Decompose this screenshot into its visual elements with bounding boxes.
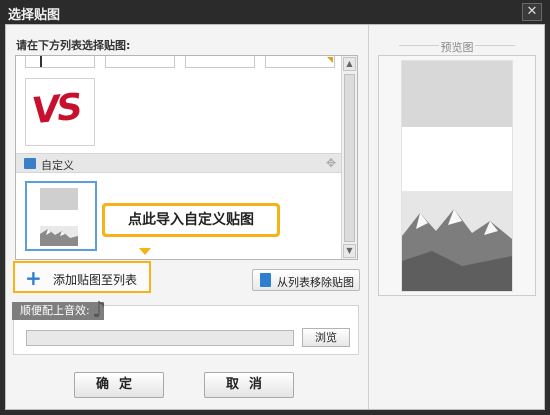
thumb-image-top — [40, 188, 78, 210]
sound-panel: 顺便配上音效: ♪ 浏览 — [12, 298, 359, 355]
import-tooltip: 点此导入自定义贴图 — [102, 203, 280, 237]
sticker-thumb[interactable] — [105, 56, 175, 68]
sticker-thumb-custom-selected[interactable] — [25, 181, 97, 251]
dialog-body: 请在下方列表选择贴图: VS 自定义 ✥ ▲ ▼ 点此导入自定义贴图 + 添加贴… — [5, 24, 545, 410]
preview-pane: 预览图 — [368, 25, 544, 409]
section-header-custom: 自定义 ✥ — [16, 153, 342, 173]
music-note-icon: ♪ — [92, 298, 107, 323]
plus-icon: + — [25, 266, 42, 290]
section-title: 自定义 — [41, 159, 74, 172]
sticker-thumb[interactable] — [265, 56, 335, 68]
tooltip-text: 点此导入自定义贴图 — [105, 206, 277, 234]
choose-sticker-dialog: 选择贴图 ✕ 请在下方列表选择贴图: VS 自定义 ✥ ▲ ▼ 点此导入自定义贴… — [0, 0, 550, 415]
sticker-thumb[interactable] — [185, 56, 255, 68]
preview-divider-right — [475, 45, 515, 46]
remove-sticker-label: 从列表移除贴图 — [277, 276, 354, 289]
sticker-thumb[interactable] — [25, 56, 95, 68]
ok-button[interactable]: 确定 — [74, 372, 164, 398]
add-sticker-label: 添加贴图至列表 — [53, 273, 138, 287]
sound-path-field[interactable] — [26, 330, 294, 346]
scroll-up-icon[interactable]: ▲ — [343, 57, 356, 71]
list-instruction: 请在下方列表选择贴图: — [16, 39, 131, 52]
sound-label: 顺便配上音效: — [12, 302, 104, 320]
window-title: 选择贴图 — [8, 8, 61, 23]
scroll-thumb[interactable] — [344, 74, 355, 242]
preview-box — [378, 55, 536, 296]
left-pane: 请在下方列表选择贴图: VS 自定义 ✥ ▲ ▼ 点此导入自定义贴图 + 添加贴… — [6, 25, 368, 409]
trash-icon — [260, 273, 271, 287]
cancel-button[interactable]: 取消 — [204, 372, 294, 398]
preview-image-top — [402, 61, 512, 127]
title-bar: 选择贴图 ✕ — [0, 0, 550, 24]
vs-sticker-text: VS — [29, 86, 82, 133]
add-sticker-button[interactable]: + 添加贴图至列表 — [13, 261, 151, 293]
preview-image — [401, 60, 513, 292]
sticker-thumb-vs[interactable]: VS — [25, 78, 95, 146]
scroll-down-icon[interactable]: ▼ — [343, 244, 356, 258]
list-scrollbar[interactable]: ▲ ▼ — [341, 56, 357, 259]
preview-mountain-image — [402, 191, 512, 291]
preview-title: 预览图 — [440, 41, 474, 54]
browse-button[interactable]: 浏览 — [302, 328, 350, 347]
tooltip-arrow — [139, 248, 151, 255]
picture-icon — [24, 158, 36, 169]
close-icon[interactable]: ✕ — [522, 3, 542, 21]
remove-sticker-button[interactable]: 从列表移除贴图 — [252, 269, 360, 291]
mountain-image — [40, 226, 78, 246]
move-icon: ✥ — [325, 156, 336, 170]
